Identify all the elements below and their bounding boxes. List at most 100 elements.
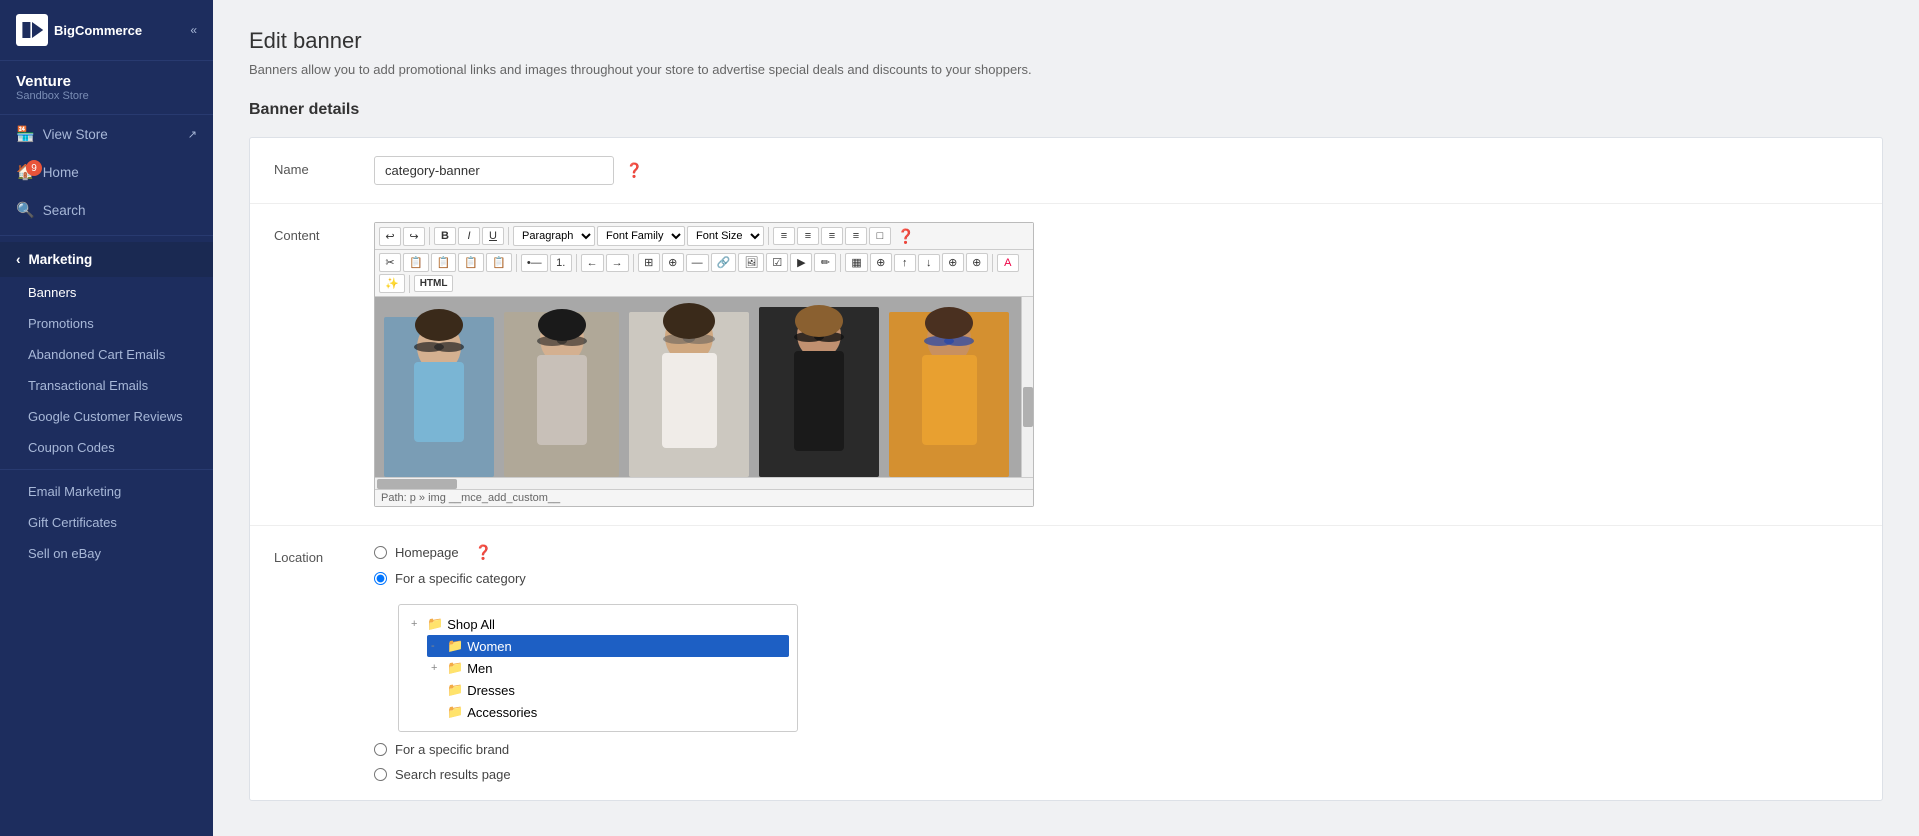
rte-hscrollbar-thumb[interactable] [377, 479, 457, 489]
rte-copy-btn[interactable]: 📋 [403, 253, 429, 272]
rte-ul-btn[interactable]: •— [521, 254, 548, 272]
sidebar-item-gift-certificates[interactable]: Gift Certificates [0, 507, 213, 538]
location-category-item[interactable]: For a specific category [374, 571, 1858, 586]
rte-insert-btn[interactable]: ⊕ [662, 253, 684, 272]
tree-label-men[interactable]: Men [467, 661, 492, 676]
tree-toggle-shop-all[interactable]: + [411, 618, 423, 630]
rte-vertical-scrollbar[interactable] [1021, 297, 1033, 477]
tree-indent-women: - 📁 Women [427, 635, 789, 657]
logo: BigCommerce [16, 14, 142, 46]
rte-hscrollbar[interactable] [375, 477, 1033, 489]
rte-ol-btn[interactable]: 1. [550, 254, 572, 272]
location-brand-label[interactable]: For a specific brand [395, 742, 509, 757]
sidebar-collapse-button[interactable]: « [190, 23, 197, 37]
sidebar-item-view-store[interactable]: 🏪 View Store ↗ [0, 115, 213, 153]
rte-undo-btn[interactable]: ↩ [379, 227, 401, 246]
rte-template-btn[interactable]: ✏ [814, 253, 836, 272]
rte-scrollbar-thumb[interactable] [1023, 387, 1033, 427]
rte-color-btn[interactable]: A [997, 254, 1019, 272]
tree-label-dresses[interactable]: Dresses [467, 683, 515, 698]
sidebar-item-home[interactable]: 🏠 9 Home [0, 153, 213, 191]
location-row: Location Homepage ❓ For a specific categ… [250, 526, 1882, 800]
sidebar-item-abandoned-cart[interactable]: Abandoned Cart Emails [0, 339, 213, 370]
sidebar-item-email-marketing[interactable]: Email Marketing [0, 476, 213, 507]
rte-help-icon[interactable]: ❓ [897, 228, 914, 245]
location-search-item[interactable]: Search results page [374, 767, 1858, 782]
rte-paste-text-btn[interactable]: 📋 [458, 253, 484, 272]
rte-paragraph-select[interactable]: Paragraph [513, 226, 595, 246]
rte-italic-btn[interactable]: I [458, 227, 480, 245]
tree-toggle-women[interactable]: - [431, 640, 443, 652]
location-brand-radio[interactable] [374, 743, 387, 756]
rte-sep-2 [508, 227, 509, 245]
rte-align-left-btn[interactable]: ≡ [773, 227, 795, 245]
location-help-icon[interactable]: ❓ [475, 544, 492, 561]
rte-col-btn[interactable]: ⊕ [870, 253, 892, 272]
store-subtitle: Sandbox Store [16, 90, 197, 102]
location-homepage-label[interactable]: Homepage [395, 545, 459, 560]
tree-item-men[interactable]: + 📁 Men [427, 657, 789, 679]
rte-split-btn[interactable]: ⊕ [966, 253, 988, 272]
rte-fullscreen-btn[interactable]: □ [869, 227, 891, 245]
rte-font-size-select[interactable]: Font Size [687, 226, 764, 246]
tree-label-accessories[interactable]: Accessories [467, 705, 537, 720]
sidebar-item-banners[interactable]: Banners [0, 277, 213, 308]
store-name: Venture [16, 73, 197, 90]
rte-align-justify-btn[interactable]: ≡ [845, 227, 867, 245]
rte-font-family-select[interactable]: Font Family [597, 226, 685, 246]
sidebar-item-google-reviews[interactable]: Google Customer Reviews [0, 401, 213, 432]
location-brand-item[interactable]: For a specific brand [374, 742, 1858, 757]
tree-label-women[interactable]: Women [467, 639, 512, 654]
store-icon: 🏪 [16, 125, 35, 143]
tree-folder-accessories-icon: 📁 [447, 704, 463, 720]
location-search-radio[interactable] [374, 768, 387, 781]
tree-label-shop-all[interactable]: Shop All [447, 617, 495, 632]
tree-item-shop-all[interactable]: + 📁 Shop All [407, 613, 789, 635]
rte-hr-btn[interactable]: — [686, 254, 709, 272]
rte-cut-btn[interactable]: ✂ [379, 253, 401, 272]
sidebar-item-promotions[interactable]: Promotions [0, 308, 213, 339]
rte-body[interactable] [375, 297, 1033, 477]
sidebar-item-sell-on-ebay[interactable]: Sell on eBay [0, 538, 213, 569]
name-help-icon[interactable]: ❓ [626, 162, 643, 178]
rte-align-right-btn[interactable]: ≡ [821, 227, 843, 245]
form-card: Name ❓ Content ↩ ↪ B I U [249, 137, 1883, 801]
page-title: Edit banner [249, 28, 1883, 54]
tree-item-accessories[interactable]: 📁 Accessories [443, 701, 789, 723]
rte-outdent-btn[interactable]: ← [581, 254, 604, 272]
rte-statusbar: Path: p » img __mce_add_custom__ [375, 489, 1033, 506]
rich-text-editor[interactable]: ↩ ↪ B I U Paragraph Font Family [374, 222, 1034, 507]
name-input[interactable] [374, 156, 614, 185]
rte-image-btn[interactable]: 🖼 [738, 253, 764, 272]
rte-html-btn[interactable]: HTML [414, 275, 454, 292]
sidebar-item-transactional[interactable]: Transactional Emails [0, 370, 213, 401]
location-homepage-radio[interactable] [374, 546, 387, 559]
section-title: Banner details [249, 101, 1883, 119]
rte-checkbox-btn[interactable]: ☑ [766, 253, 788, 272]
rte-bold-btn[interactable]: B [434, 227, 456, 245]
rte-redo-btn[interactable]: ↪ [403, 227, 425, 246]
sidebar-item-search[interactable]: 🔍 Search [0, 191, 213, 229]
rte-media-btn[interactable]: ▶ [790, 253, 812, 272]
rte-table-btn[interactable]: ⊞ [638, 253, 660, 272]
rte-table2-btn[interactable]: ▦ [845, 253, 867, 272]
location-homepage-item[interactable]: Homepage ❓ [374, 544, 1858, 561]
rte-paste-word-btn[interactable]: 📋 [486, 253, 512, 272]
rte-align-center-btn[interactable]: ≡ [797, 227, 819, 245]
tree-item-dresses[interactable]: 📁 Dresses [443, 679, 789, 701]
rte-row-up-btn[interactable]: ↑ [894, 254, 916, 272]
tree-toggle-men[interactable]: + [431, 662, 443, 674]
rte-paste-btn[interactable]: 📋 [431, 253, 457, 272]
rte-merge-btn[interactable]: ⊕ [942, 253, 964, 272]
rte-underline-btn[interactable]: U [482, 227, 504, 245]
tree-item-women[interactable]: - 📁 Women [427, 635, 789, 657]
location-search-label[interactable]: Search results page [395, 767, 511, 782]
location-category-radio[interactable] [374, 572, 387, 585]
rte-indent-btn[interactable]: → [606, 254, 629, 272]
rte-highlight-btn[interactable]: ✨ [379, 274, 405, 293]
rte-row-dn-btn[interactable]: ↓ [918, 254, 940, 272]
rte-link-btn[interactable]: 🔗 [711, 253, 737, 272]
sidebar-section-marketing[interactable]: ‹ Marketing [0, 242, 213, 277]
location-category-label[interactable]: For a specific category [395, 571, 526, 586]
sidebar-item-coupon-codes[interactable]: Coupon Codes [0, 432, 213, 463]
